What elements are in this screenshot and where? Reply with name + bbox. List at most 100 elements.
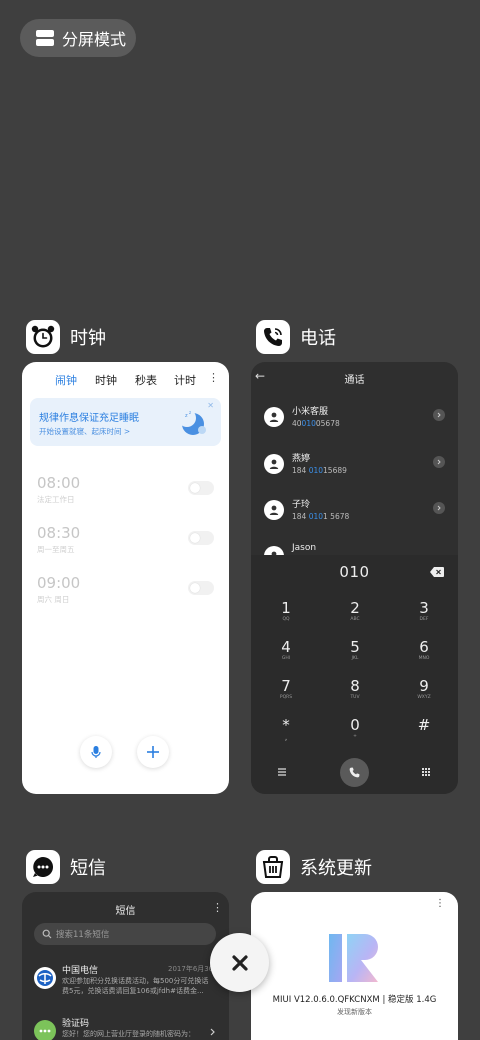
split-screen-button[interactable]: 分屏模式: [20, 19, 136, 57]
message-preview: 欢迎参加积分兑换话费活动，每500分可兑换话费5元，兑换话费请回复106或jfd…: [62, 977, 209, 995]
alarm-desc: 周一至周五: [37, 545, 75, 554]
add-alarm-button[interactable]: [137, 736, 169, 768]
split-screen-label: 分屏模式: [62, 30, 127, 49]
clock-tabs: 闹钟 时钟 秒表 计时: [22, 372, 229, 392]
message-preview: 您好！您的网上营业厅登录的随机密码为：710679，有效时间为3分钟: [62, 1030, 195, 1038]
update-app-icon: [256, 850, 290, 884]
chevron-right-icon[interactable]: [433, 502, 445, 514]
alarm-toggle[interactable]: [188, 531, 214, 545]
clock-app-name: 时钟: [70, 328, 106, 349]
phone-call-icon: [349, 767, 360, 778]
sleep-banner[interactable]: 规律作息保证充足睡眠 开始设置就寝、起床时间 > ✕ z z: [30, 398, 221, 446]
sms-title: 短信: [115, 906, 136, 917]
more-options-icon[interactable]: ⋮: [212, 902, 223, 913]
plus-icon: [147, 746, 159, 758]
contact-row[interactable]: 燕婷 184 01015689: [264, 451, 452, 481]
dialed-number: 010: [339, 563, 370, 581]
dial-key-5[interactable]: 5 JKL: [330, 639, 380, 662]
alarm-toggle[interactable]: [188, 581, 214, 595]
contact-number: 184 01015689: [292, 466, 347, 475]
dial-key-0[interactable]: 0 +: [330, 717, 380, 740]
contact-name: 燕婷: [292, 454, 311, 464]
dial-key-9[interactable]: 9 WXYZ: [399, 678, 449, 701]
svg-text:z: z: [185, 413, 188, 419]
chevron-right-icon[interactable]: [433, 456, 445, 468]
chevron-right-icon[interactable]: [433, 409, 445, 421]
more-options-icon[interactable]: ⋮: [208, 372, 219, 383]
more-options-icon[interactable]: ⋮: [435, 898, 445, 909]
update-version: MIUI V12.0.6.0.QFKCNXM | 稳定版 1.4G: [272, 995, 437, 1005]
sms-app-icon: [26, 850, 60, 884]
dial-key-7[interactable]: 7 PQRS: [261, 678, 311, 701]
backspace-icon[interactable]: [430, 567, 444, 577]
banner-subtitle: 开始设置就寝、起床时间 >: [39, 427, 131, 436]
moon-icon: z z: [178, 409, 206, 435]
tab-alarm[interactable]: 闹钟: [55, 372, 77, 388]
banner-close-icon[interactable]: ✕: [207, 401, 214, 410]
avatar-icon: [264, 407, 284, 427]
sms-search-input[interactable]: 搜索11条短信: [34, 923, 216, 945]
voice-button[interactable]: [80, 736, 112, 768]
alarm-item[interactable]: 09:00 周六 周日: [37, 574, 80, 605]
menu-icon[interactable]: [277, 767, 287, 777]
clock-app-icon: [26, 320, 60, 354]
phone-app-name: 电话: [300, 328, 336, 349]
dialpad: 010 1 QQ 2 ABC 3 DEF 4 GHI 5 JKL 6 MNO 7 PQRS 8…: [251, 555, 458, 794]
contact-name: Jason: [292, 543, 317, 553]
contact-row[interactable]: 子玲 184 0101 5678: [264, 497, 452, 527]
banner-title: 规律作息保证充足睡眠: [39, 413, 139, 424]
alarm-time: 09:00: [37, 574, 81, 592]
dial-key-star[interactable]: *,: [261, 717, 311, 743]
alarm-item[interactable]: 08:00 法定工作日: [37, 474, 80, 505]
update-app-header[interactable]: 系统更新: [256, 850, 372, 884]
sms-app-header[interactable]: 短信: [26, 850, 106, 884]
call-button[interactable]: [340, 758, 369, 787]
message-sender: 中国电信: [62, 966, 99, 976]
update-status: 发现新版本: [337, 1008, 372, 1016]
contact-number: 184 0101 5678: [292, 512, 350, 521]
clock-app-card[interactable]: 闹钟 时钟 秒表 计时 ⋮ 规律作息保证充足睡眠 开始设置就寝、起床时间 > ✕…: [22, 362, 229, 794]
contact-name: 小米客服: [292, 407, 329, 417]
chevron-right-icon[interactable]: [210, 1028, 216, 1036]
dial-key-4[interactable]: 4 GHI: [261, 639, 311, 662]
dial-key-hash[interactable]: #: [399, 717, 449, 734]
avatar-icon: [264, 454, 284, 474]
update-app-card[interactable]: ⋮ MIUI V12.0.6.0.QFKCNXM | 稳定版 1.4G 发现新版…: [251, 892, 458, 1040]
avatar-icon: [264, 500, 284, 520]
alarm-time: 08:00: [37, 474, 81, 492]
dial-key-1[interactable]: 1 QQ: [261, 600, 311, 623]
dial-key-2[interactable]: 2 ABC: [330, 600, 380, 623]
dial-key-6[interactable]: 6 MNO: [399, 639, 449, 662]
clear-all-button[interactable]: [210, 933, 269, 992]
alarm-desc: 周六 周日: [37, 595, 70, 604]
microphone-icon: [91, 746, 101, 758]
alarm-desc: 法定工作日: [37, 495, 75, 504]
contact-name: 子玲: [292, 500, 311, 510]
search-icon: [42, 929, 52, 939]
tab-stopwatch[interactable]: 秒表: [135, 372, 157, 388]
svg-text:z: z: [189, 410, 191, 415]
alarm-item[interactable]: 08:30 周一至周五: [37, 524, 80, 555]
sms-app-card[interactable]: 短信 ⋮ 搜索11条短信 中国电信 2017年6月30 欢迎参加积分兑换话费活动…: [22, 892, 229, 1040]
phone-title: 通话: [344, 375, 365, 386]
message-sender: 验证码: [62, 1019, 90, 1029]
close-icon: [231, 954, 248, 971]
alarm-toggle[interactable]: [188, 481, 214, 495]
dialpad-grid-icon[interactable]: [421, 767, 431, 777]
dial-key-8[interactable]: 8 TUV: [330, 678, 380, 701]
contact-row[interactable]: 小米客服 4001005678: [264, 404, 452, 434]
china-telecom-logo-icon: [34, 967, 56, 989]
phone-app-card[interactable]: ← 通话 小米客服 4001005678 燕婷 184 01015689 子玲 …: [251, 362, 458, 794]
split-screen-icon: [36, 30, 54, 46]
clock-app-header[interactable]: 时钟: [26, 320, 106, 354]
tab-clock[interactable]: 时钟: [95, 372, 117, 388]
alarm-time: 08:30: [37, 524, 81, 542]
message-date: 2017年6月30: [168, 965, 214, 973]
dial-key-3[interactable]: 3 DEF: [399, 600, 449, 623]
tab-timer[interactable]: 计时: [174, 372, 196, 388]
verification-code-icon: [34, 1020, 56, 1040]
update-app-name: 系统更新: [300, 858, 372, 879]
miui-12-logo: [329, 934, 378, 982]
phone-app-header[interactable]: 电话: [256, 320, 336, 354]
sms-app-name: 短信: [70, 858, 106, 879]
